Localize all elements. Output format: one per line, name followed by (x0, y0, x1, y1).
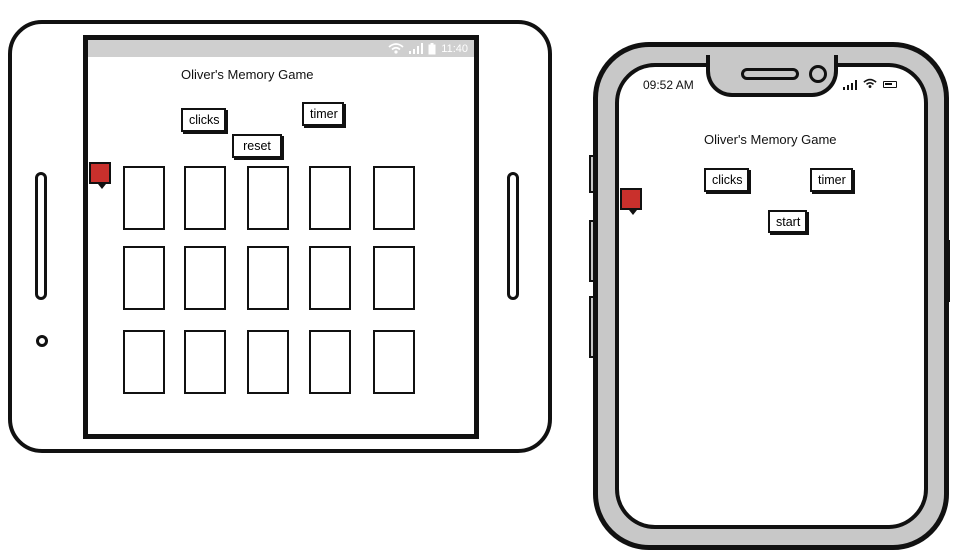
battery-icon (883, 81, 897, 88)
memory-card[interactable] (309, 246, 351, 310)
tablet-status-time: 11:40 (441, 42, 468, 55)
tablet-clicks-button[interactable]: clicks (181, 108, 226, 132)
flag-icon[interactable] (89, 162, 111, 189)
tablet-app-title: Oliver's Memory Game (181, 67, 314, 82)
phone-start-button[interactable]: start (768, 210, 807, 233)
memory-card[interactable] (123, 330, 165, 394)
memory-card[interactable] (247, 330, 289, 394)
memory-card[interactable] (309, 166, 351, 230)
memory-card[interactable] (184, 330, 226, 394)
tablet-status-bar: 11:40 (88, 40, 474, 57)
signal-icon (409, 43, 424, 54)
wifi-icon (388, 43, 404, 54)
memory-card[interactable] (247, 166, 289, 230)
battery-icon (428, 42, 436, 54)
memory-card[interactable] (123, 166, 165, 230)
phone-app-title: Oliver's Memory Game (704, 132, 837, 147)
tablet-left-speaker (35, 172, 47, 300)
phone-timer-button[interactable]: timer (810, 168, 853, 192)
memory-card[interactable] (184, 246, 226, 310)
phone-camera (809, 65, 827, 83)
wifi-icon (863, 78, 877, 88)
memory-card[interactable] (373, 330, 415, 394)
memory-card[interactable] (247, 246, 289, 310)
signal-icon (843, 80, 857, 90)
tablet-timer-button[interactable]: timer (302, 102, 344, 126)
home-button-icon[interactable] (36, 335, 48, 347)
phone-clicks-button[interactable]: clicks (704, 168, 749, 192)
tablet-right-speaker (507, 172, 519, 300)
memory-card[interactable] (373, 246, 415, 310)
memory-card[interactable] (309, 330, 351, 394)
phone-speaker (741, 68, 799, 80)
memory-card[interactable] (373, 166, 415, 230)
tablet-reset-button[interactable]: reset (232, 134, 282, 158)
memory-card[interactable] (123, 246, 165, 310)
flag-icon[interactable] (620, 188, 642, 215)
phone-status-time: 09:52 AM (643, 78, 694, 92)
memory-card[interactable] (184, 166, 226, 230)
